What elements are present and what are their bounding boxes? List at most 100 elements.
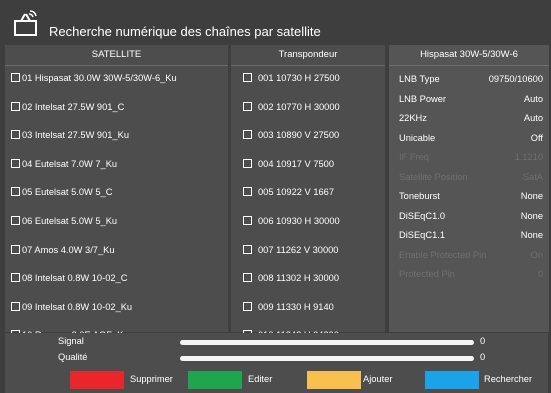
setting-row[interactable]: Unicable Off [399, 128, 543, 148]
satellite-column-header: SATELLITE [5, 45, 228, 66]
checkbox-icon[interactable] [243, 244, 252, 254]
transponder-label: 006 10930 H 30000 [258, 216, 340, 226]
transponder-row[interactable]: 008 11302 H 30000 [243, 266, 339, 290]
transponder-label: 002 10770 H 30000 [258, 101, 340, 112]
transponder-row[interactable]: 004 10917 V 7500 [243, 152, 334, 176]
satellite-row[interactable]: 05 Eutelsat 5.0W 5_C [11, 180, 112, 204]
setting-value: Auto [523, 113, 543, 123]
setting-row[interactable]: LNB Power Auto [399, 89, 543, 109]
transponder-list: Transpondeur 001 10730 H 27500 002 10770 … [231, 45, 385, 340]
checkbox-icon[interactable] [11, 187, 20, 197]
transponder-label: 007 11262 V 30000 [258, 244, 339, 255]
transponder-label: 005 10922 V 1667 [258, 187, 334, 198]
delete-button[interactable]: Supprimer [130, 374, 173, 384]
signal-bar [180, 340, 474, 345]
transponder-label: 003 10890 V 27500 [258, 130, 340, 141]
satellite-row[interactable]: 09 Intelsat 0.8W 10-02_Ku [11, 295, 132, 319]
setting-row: Enable Protected Pin On [399, 245, 543, 265]
setting-row: Protected Pin 0 [399, 264, 543, 284]
transponder-label: 009 11330 H 9140 [258, 301, 334, 312]
red-button-swatch[interactable] [70, 371, 124, 389]
satellite-name: 07 Amos 4.0W 3/7_Ku [22, 244, 115, 255]
checkbox-icon[interactable] [11, 273, 20, 283]
setting-row[interactable]: DiSEqC1.0 None [399, 206, 543, 226]
checkbox-icon[interactable] [243, 158, 252, 168]
checkbox-icon[interactable] [11, 158, 20, 168]
transponder-row[interactable]: 009 11330 H 9140 [243, 295, 334, 319]
quality-value: 0 [480, 352, 486, 362]
checkbox-icon[interactable] [243, 101, 252, 111]
transponder-label: 001 10730 H 27500 [258, 73, 340, 83]
checkbox-icon[interactable] [243, 130, 252, 140]
setting-label: LNB Power [399, 93, 447, 104]
transponder-row[interactable]: 005 10922 V 1667 [243, 180, 334, 204]
setting-row[interactable]: Toneburst None [399, 186, 543, 206]
checkbox-icon[interactable] [11, 216, 20, 225]
satellite-name: 09 Intelsat 0.8W 10-02_Ku [22, 301, 133, 312]
search-button[interactable]: Rechercher [484, 374, 532, 384]
setting-row: IF Freq 1.1210 [399, 147, 543, 167]
satellite-tv-icon [14, 10, 37, 36]
settings-column-header: Hispasat 30W-5/30W-6 [389, 45, 549, 66]
checkbox-icon[interactable] [11, 244, 20, 254]
add-button[interactable]: Ajouter [363, 374, 392, 384]
checkbox-icon[interactable] [11, 73, 20, 82]
transponder-row[interactable]: 003 10890 V 27500 [243, 123, 339, 147]
setting-value: None [520, 191, 543, 201]
setting-value: 1.1210 [514, 152, 543, 162]
checkbox-icon[interactable] [243, 216, 252, 225]
setting-value: 0 [537, 269, 543, 279]
setting-value: SatA [522, 171, 543, 182]
transponder-row[interactable]: 001 10730 H 27500 [243, 66, 340, 90]
yellow-button-swatch[interactable] [307, 371, 361, 389]
transponder-row[interactable]: 002 10770 H 30000 [243, 95, 340, 119]
transponder-row[interactable]: 007 11262 V 30000 [243, 238, 338, 262]
edit-button[interactable]: Editer [248, 374, 272, 384]
checkbox-icon[interactable] [11, 130, 20, 140]
satellite-row[interactable]: 06 Eutelsat 5.0W 5_Ku [11, 209, 117, 233]
setting-label: Unicable [399, 132, 436, 143]
setting-value: Off [530, 132, 543, 143]
satellite-row[interactable]: 01 Hispasat 30.0W 30W-5/30W-6_Ku [11, 66, 177, 90]
satellite-name: 02 Intelsat 27.5W 901_C [22, 101, 125, 112]
checkbox-icon[interactable] [243, 301, 252, 311]
setting-value: On [530, 249, 543, 260]
checkbox-icon[interactable] [11, 101, 20, 111]
transponder-row[interactable]: 006 10930 H 30000 [243, 209, 340, 233]
satellite-name: 01 Hispasat 30.0W 30W-5/30W-6_Ku [22, 73, 177, 83]
satellite-row[interactable]: 08 Intelsat 0.8W 10-02_C [11, 266, 127, 290]
blue-button-swatch[interactable] [425, 371, 479, 389]
setting-label: Toneburst [399, 191, 440, 201]
setting-row[interactable]: DiSEqC1.1 None [399, 225, 543, 245]
satellite-row[interactable]: 03 Intelsat 27.5W 901_Ku [11, 123, 129, 147]
satellite-row[interactable]: 04 Eutelsat 7.0W 7_Ku [11, 152, 117, 176]
setting-row[interactable]: LNB Type 09750/10600 [399, 69, 543, 89]
setting-row[interactable]: 22KHz Auto [399, 108, 543, 128]
title-bar: Recherche numérique des chaînes par sate… [0, 0, 551, 42]
setting-label: Protected Pin [399, 269, 455, 279]
satellite-name: 05 Eutelsat 5.0W 5_C [22, 187, 113, 198]
setting-value: None [520, 230, 543, 240]
checkbox-icon[interactable] [243, 73, 252, 82]
quality-bar [180, 356, 474, 361]
green-button-swatch[interactable] [188, 371, 242, 389]
setting-label: DiSEqC1.1 [399, 230, 445, 240]
setting-label: Enable Protected Pin [399, 249, 487, 260]
transponder-label: 008 11302 H 30000 [258, 273, 339, 284]
setting-row: Satellite Position SatA [399, 167, 543, 187]
page-title: Recherche numérique des chaînes par sate… [49, 24, 321, 39]
signal-label: Signal [58, 336, 84, 346]
setting-value: 09750/10600 [488, 74, 543, 84]
satellite-row[interactable]: 07 Amos 4.0W 3/7_Ku [11, 238, 115, 262]
setting-label: DiSEqC1.0 [399, 210, 445, 221]
setting-value: Auto [523, 93, 543, 104]
satellite-row[interactable]: 02 Intelsat 27.5W 901_C [11, 95, 124, 119]
checkbox-icon[interactable] [243, 273, 252, 283]
checkbox-icon[interactable] [11, 301, 20, 311]
checkbox-icon[interactable] [243, 187, 252, 197]
setting-value: None [520, 210, 543, 221]
satellite-name: 06 Eutelsat 5.0W 5_Ku [22, 216, 118, 226]
satellite-name: 04 Eutelsat 7.0W 7_Ku [22, 158, 118, 169]
setting-label: LNB Type [399, 74, 440, 84]
transponder-label: 004 10917 V 7500 [258, 158, 334, 169]
